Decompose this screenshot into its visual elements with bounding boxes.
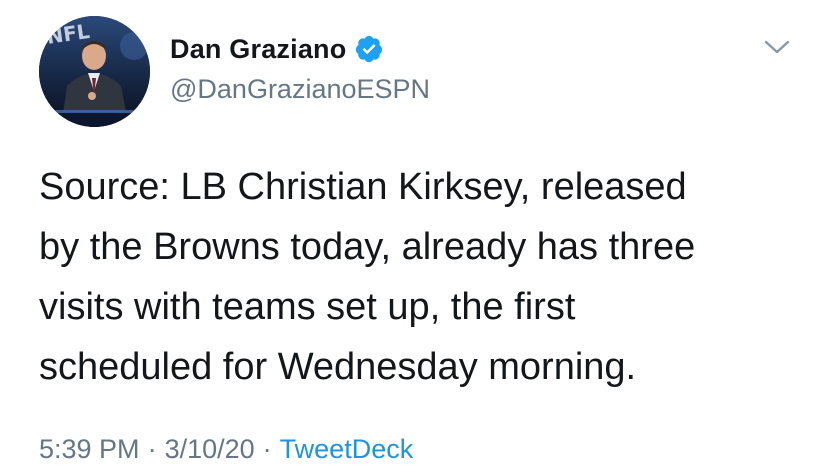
tweet-card: NFL Dan Graziano @DanGrazianoESPN Source…: [0, 0, 828, 473]
author-handle[interactable]: @DanGrazianoESPN: [170, 74, 430, 105]
separator-dot: ·: [262, 434, 272, 464]
author-name-row: Dan Graziano: [170, 30, 384, 68]
verified-badge-icon: [354, 34, 384, 64]
profile-photo-icon: NFL: [39, 16, 150, 127]
tweet-metadata: 5:39 PM · 3/10/20 · TweetDeck: [39, 434, 413, 465]
tweet-source-link[interactable]: TweetDeck: [280, 434, 414, 465]
tweet-text: Source: LB Christian Kirksey, released b…: [39, 166, 696, 388]
separator-dot: ·: [147, 434, 157, 464]
chevron-down-icon[interactable]: [762, 36, 792, 58]
author-display-name[interactable]: Dan Graziano: [170, 34, 346, 65]
tweet-date[interactable]: 3/10/20: [165, 434, 255, 465]
avatar[interactable]: NFL: [39, 16, 150, 127]
tweet-time[interactable]: 5:39 PM: [39, 434, 140, 465]
